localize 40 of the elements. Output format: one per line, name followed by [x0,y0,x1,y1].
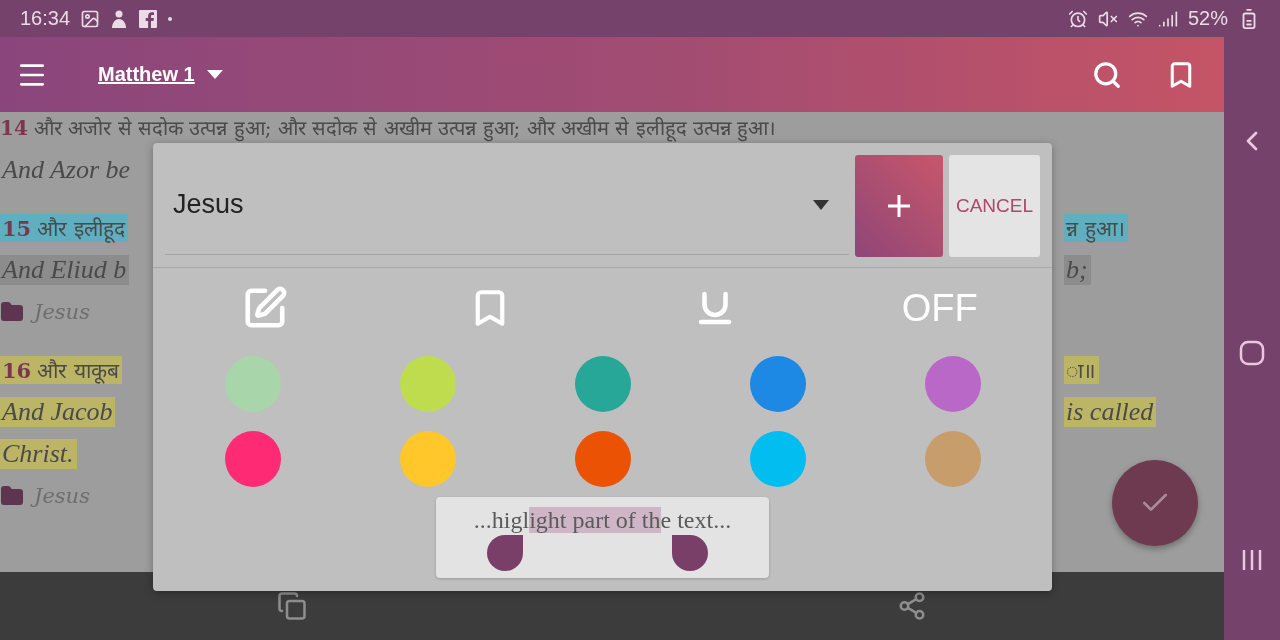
selection-handle[interactable] [487,535,523,571]
color-swatch[interactable] [749,431,806,487]
add-button[interactable] [855,155,943,257]
facebook-icon [138,8,159,29]
edit-icon [242,285,289,331]
search-icon [1092,59,1122,90]
verse-text: 15 और इलीहूद [0,214,128,242]
status-time: 16:34 [20,7,71,30]
dot-icon [168,16,173,21]
folder-icon [0,484,24,508]
home-icon[interactable] [1239,339,1265,366]
preview-text: ...higlight part of the text... [473,507,732,535]
mute-icon [1097,8,1118,29]
image-icon [80,8,101,29]
copy-icon[interactable] [277,591,307,621]
chapter-selector[interactable]: Matthew 1 [98,63,195,86]
verse-text: And Azor be [0,155,132,185]
verse-text: न्न हुआ। [1064,214,1128,242]
verse-text: ा॥ [1064,356,1099,384]
recents-icon[interactable] [1240,548,1264,572]
selection-handle[interactable] [672,535,708,571]
folder-icon [0,300,24,324]
verse-text: And Eliud b [0,255,130,285]
verse-text: is called [1064,397,1157,427]
verse-text: b; [1064,255,1091,285]
cancel-button[interactable]: CANCEL [949,155,1040,257]
caret-icon [813,199,829,210]
tag-dropdown[interactable]: Jesus [165,155,849,255]
color-swatch[interactable] [749,356,806,412]
battery-percent: 52% [1187,7,1228,30]
person-icon [110,8,129,29]
verse-text: 14 और अजोर से सदोक उत्पन्न हुआ; और सदोक से अखीम उत्पन्न हुआ; और अखीम से इलीहूद उत्पन्न हुआ। [0,114,778,141]
edit-note-button[interactable] [242,285,289,331]
verse-text: And Jacob [0,397,116,427]
verse-text: Christ. [0,439,77,469]
plus-icon [886,193,912,219]
caret-icon [206,70,223,79]
verse-text: 16 और याकूब [0,356,122,384]
alarm-icon [1067,8,1088,29]
share-icon[interactable] [897,591,927,621]
